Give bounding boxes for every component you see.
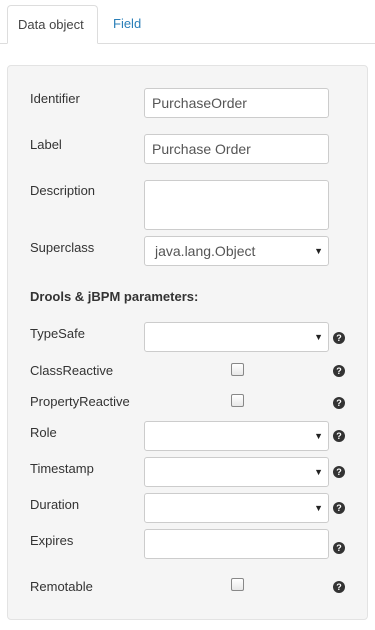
- identifier-input[interactable]: PurchaseOrder: [144, 88, 329, 118]
- caret-down-icon: ▼: [314, 467, 323, 477]
- drools-jbpm-section-title: Drools & jBPM parameters:: [30, 289, 199, 304]
- propertyreactive-checkbox[interactable]: [231, 394, 244, 407]
- question-circle-icon[interactable]: ?: [333, 430, 345, 442]
- remotable-checkbox[interactable]: [231, 578, 244, 591]
- label-label: Label: [30, 137, 62, 152]
- typesafe-label: TypeSafe: [30, 326, 85, 341]
- superclass-select[interactable]: java.lang.Object ▼: [144, 236, 329, 266]
- remotable-label: Remotable: [30, 579, 93, 594]
- caret-down-icon: ▼: [314, 503, 323, 513]
- timestamp-label: Timestamp: [30, 461, 94, 476]
- question-circle-icon[interactable]: ?: [333, 466, 345, 478]
- propertyreactive-label: PropertyReactive: [30, 394, 130, 409]
- classreactive-checkbox[interactable]: [231, 363, 244, 376]
- question-circle-icon[interactable]: ?: [333, 581, 345, 593]
- caret-down-icon: ▼: [314, 431, 323, 441]
- tab-field[interactable]: Field: [103, 5, 151, 44]
- question-circle-icon[interactable]: ?: [333, 542, 345, 554]
- label-input[interactable]: Purchase Order: [144, 134, 329, 164]
- timestamp-select[interactable]: ▼: [144, 457, 329, 487]
- superclass-label: Superclass: [30, 240, 95, 255]
- caret-down-icon: ▼: [314, 246, 323, 256]
- tab-bar: Data object Field: [0, 0, 375, 44]
- description-label: Description: [30, 183, 96, 198]
- description-textarea[interactable]: [144, 180, 329, 230]
- expires-input[interactable]: [144, 529, 329, 559]
- superclass-value: java.lang.Object: [155, 243, 256, 259]
- question-circle-icon[interactable]: ?: [333, 502, 345, 514]
- duration-select[interactable]: ▼: [144, 493, 329, 523]
- question-circle-icon[interactable]: ?: [333, 397, 345, 409]
- caret-down-icon: ▼: [314, 332, 323, 342]
- expires-label: Expires: [30, 533, 74, 548]
- tab-data-object[interactable]: Data object: [7, 5, 98, 44]
- classreactive-label: ClassReactive: [30, 363, 114, 378]
- question-circle-icon[interactable]: ?: [333, 365, 345, 377]
- role-label: Role: [30, 425, 57, 440]
- question-circle-icon[interactable]: ?: [333, 332, 345, 344]
- identifier-label: Identifier: [30, 91, 80, 106]
- duration-label: Duration: [30, 497, 80, 512]
- typesafe-select[interactable]: ▼: [144, 322, 329, 352]
- role-select[interactable]: ▼: [144, 421, 329, 451]
